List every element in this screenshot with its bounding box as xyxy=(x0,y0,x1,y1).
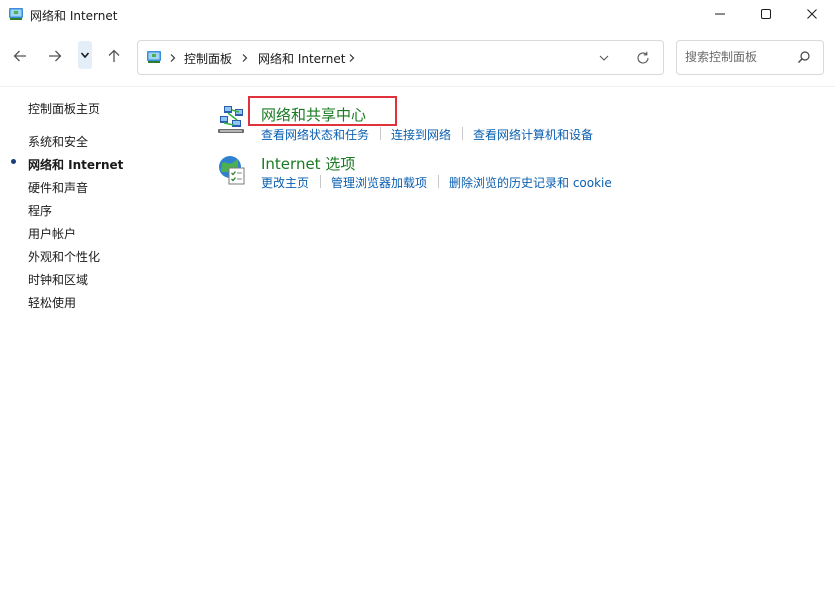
refresh-icon[interactable] xyxy=(635,50,651,66)
back-button[interactable] xyxy=(6,42,34,70)
chevron-right-icon[interactable] xyxy=(169,53,177,63)
up-button[interactable] xyxy=(100,42,128,70)
address-bar[interactable]: 控制面板 网络和 Internet xyxy=(137,40,664,75)
breadcrumb-control-panel[interactable]: 控制面板 xyxy=(184,50,232,67)
sidebar-item-clock-region[interactable]: 时钟和区域 xyxy=(28,271,88,288)
sidebar-item-system-security[interactable]: 系统和安全 xyxy=(28,133,88,150)
window-title: 网络和 Internet xyxy=(30,9,118,23)
control-panel-icon xyxy=(9,8,23,20)
category-title-internet-options[interactable]: Internet 选项 xyxy=(261,153,355,174)
task-view-network-computers[interactable]: 查看网络计算机和设备 xyxy=(473,126,593,143)
sidebar-item-ease-of-access[interactable]: 轻松使用 xyxy=(28,294,76,311)
task-manage-browser-addons[interactable]: 管理浏览器加载项 xyxy=(331,174,427,191)
chevron-right-icon[interactable] xyxy=(348,53,356,63)
sidebar-item-programs[interactable]: 程序 xyxy=(28,202,52,219)
task-connect-to-network[interactable]: 连接到网络 xyxy=(391,126,451,143)
link-separator xyxy=(380,127,381,140)
sidebar-item-network-internet[interactable]: 网络和 Internet xyxy=(28,156,123,173)
link-separator xyxy=(462,127,463,140)
link-separator xyxy=(320,175,321,188)
internet-options-icon[interactable] xyxy=(216,154,248,186)
arrow-right-icon xyxy=(49,50,62,62)
control-panel-icon xyxy=(147,51,161,63)
sidebar-item-user-accounts[interactable]: 用户帐户 xyxy=(28,225,76,242)
maximize-button[interactable] xyxy=(743,0,789,28)
minimize-button[interactable] xyxy=(697,0,743,28)
search-icon[interactable] xyxy=(797,50,811,64)
task-change-home-page[interactable]: 更改主页 xyxy=(261,174,309,191)
title-bar: 网络和 Internet xyxy=(0,0,835,28)
close-icon xyxy=(807,9,817,19)
sidebar-item-hardware-sound[interactable]: 硬件和声音 xyxy=(28,179,88,196)
recent-locations-button[interactable] xyxy=(78,41,92,69)
search-input[interactable] xyxy=(685,48,795,66)
breadcrumb-network-internet[interactable]: 网络和 Internet xyxy=(258,50,345,67)
navigation-bar: 控制面板 网络和 Internet xyxy=(0,28,835,87)
arrow-left-icon xyxy=(13,50,26,62)
chevron-down-icon[interactable] xyxy=(597,51,611,65)
forward-button[interactable] xyxy=(41,42,69,70)
link-separator xyxy=(438,175,439,188)
task-view-network-status[interactable]: 查看网络状态和任务 xyxy=(261,126,369,143)
close-button[interactable] xyxy=(789,0,835,28)
category-title-network-sharing-center[interactable]: 网络和共享中心 xyxy=(261,104,366,125)
task-delete-browsing-history[interactable]: 删除浏览的历史记录和 cookie xyxy=(449,174,612,191)
chevron-right-icon[interactable] xyxy=(241,53,249,63)
sidebar-home-link[interactable]: 控制面板主页 xyxy=(28,100,100,117)
maximize-icon xyxy=(761,9,771,19)
sidebar-item-appearance[interactable]: 外观和个性化 xyxy=(28,248,100,265)
search-box[interactable] xyxy=(676,40,824,75)
minimize-icon xyxy=(715,13,725,15)
chevron-down-icon xyxy=(80,52,90,59)
network-sharing-center-icon[interactable] xyxy=(216,104,248,136)
active-indicator xyxy=(11,159,16,164)
arrow-up-icon xyxy=(108,49,120,62)
